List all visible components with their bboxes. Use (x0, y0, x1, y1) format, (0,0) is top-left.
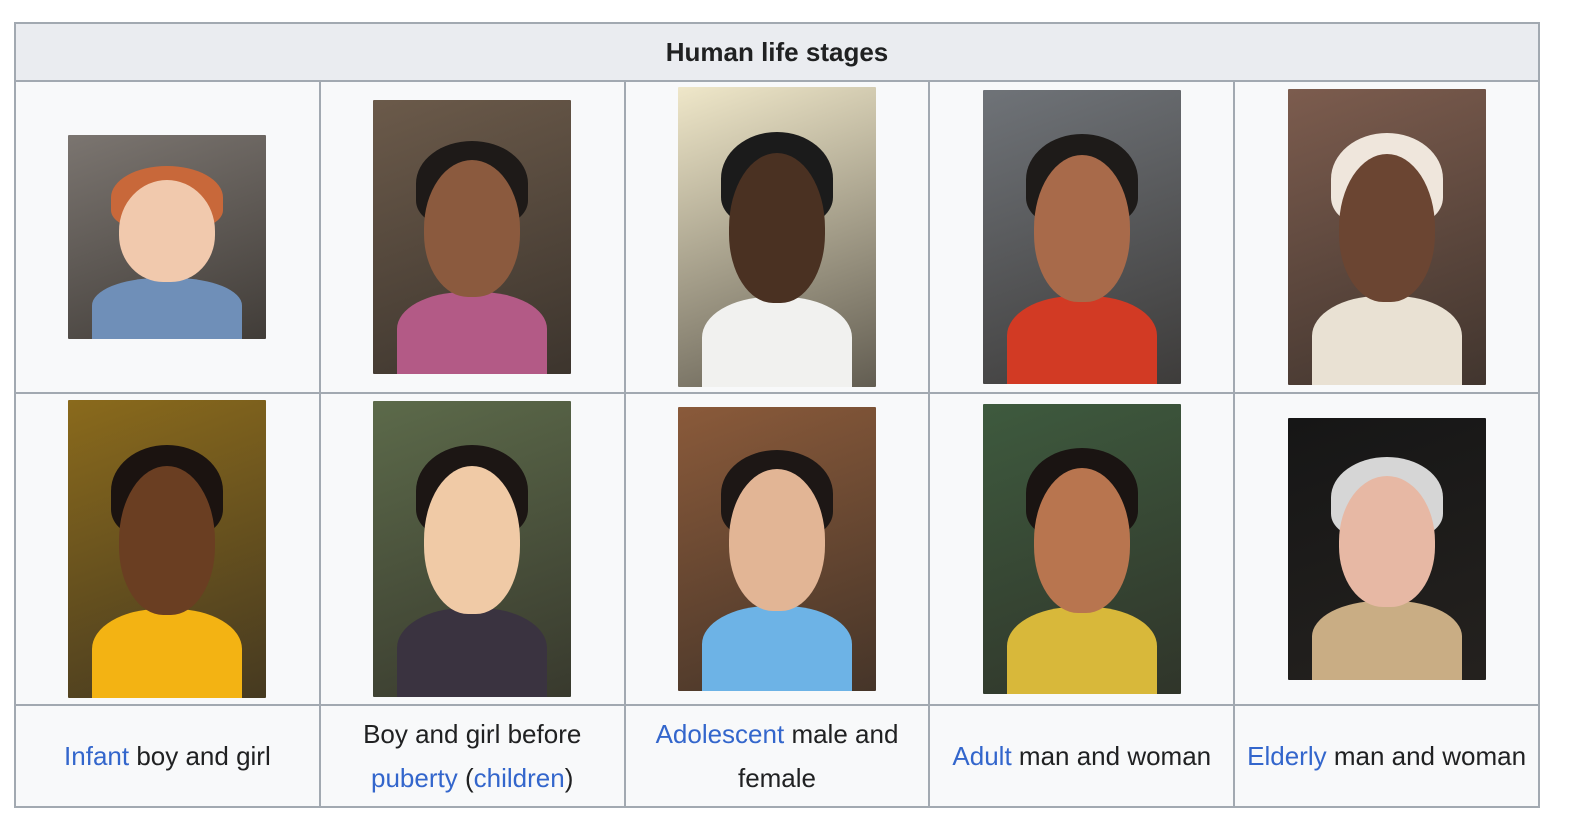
caption-text: man and woman (1326, 741, 1527, 771)
life-stages-table: Human life stages Infant boy and girl Bo… (14, 22, 1540, 808)
portrait-face (728, 153, 825, 303)
link-children[interactable]: children (474, 763, 565, 793)
table-title: Human life stages (14, 22, 1540, 82)
image-cell (928, 392, 1236, 706)
caption-text: ( (457, 763, 474, 793)
link-puberty[interactable]: puberty (371, 763, 458, 793)
portrait-face (119, 466, 216, 615)
caption-adult: Adult man and woman (928, 704, 1236, 808)
link-infant[interactable]: Infant (64, 741, 129, 771)
image-cell (14, 80, 321, 394)
photo-boy-before-puberty[interactable] (373, 100, 572, 374)
caption-text: ) (564, 763, 574, 793)
photo-girl-before-puberty[interactable] (373, 401, 572, 697)
life-stages-infobox: Human life stages Infant boy and girl Bo… (14, 22, 1540, 808)
photo-row-1 (14, 80, 1540, 394)
portrait-face (1033, 155, 1130, 302)
link-adult[interactable]: Adult (952, 741, 1011, 771)
photo-row-2 (14, 392, 1540, 706)
image-cell (14, 392, 321, 706)
photo-adult-man[interactable] (982, 90, 1181, 384)
photo-infant-girl[interactable] (68, 400, 267, 698)
photo-elderly-woman[interactable] (1287, 418, 1486, 680)
photo-adolescent-male[interactable] (677, 87, 876, 387)
portrait-body (701, 606, 852, 691)
portrait-body (1311, 296, 1462, 385)
portrait-body (1006, 296, 1157, 384)
portrait-face (1338, 154, 1435, 302)
portrait-face (728, 469, 825, 611)
caption-text: Boy and girl before (363, 719, 582, 749)
photo-elderly-man[interactable] (1287, 89, 1486, 385)
photo-infant-boy[interactable] (68, 135, 267, 339)
link-elderly[interactable]: Elderly (1247, 741, 1326, 771)
portrait-body (92, 609, 243, 698)
portrait-face (1033, 468, 1130, 613)
image-cell (1233, 392, 1540, 706)
portrait-body (1311, 601, 1462, 680)
image-cell (318, 392, 626, 706)
image-cell (623, 392, 931, 706)
image-cell (928, 80, 1236, 394)
image-cell (623, 80, 931, 394)
image-cell (318, 80, 626, 394)
caption-boy-girl: Boy and girl before puberty (children) (318, 704, 626, 808)
portrait-body (397, 292, 548, 374)
photo-adult-woman[interactable] (982, 404, 1181, 694)
image-cell (1233, 80, 1540, 394)
portrait-face (1338, 476, 1435, 607)
portrait-face (119, 180, 216, 282)
caption-elderly: Elderly man and woman (1233, 704, 1540, 808)
caption-infant: Infant boy and girl (14, 704, 321, 808)
portrait-face (424, 466, 521, 614)
caption-row: Infant boy and girl Boy and girl before … (14, 704, 1540, 808)
caption-adolescent: Adolescent male and female (623, 704, 931, 808)
portrait-body (92, 278, 243, 339)
photo-adolescent-female[interactable] (677, 407, 876, 691)
link-adolescent[interactable]: Adolescent (656, 719, 785, 749)
portrait-body (701, 297, 852, 387)
caption-text: boy and girl (129, 741, 271, 771)
portrait-body (1006, 607, 1157, 694)
portrait-body (397, 608, 548, 697)
caption-text: man and woman (1011, 741, 1212, 771)
portrait-face (424, 160, 521, 297)
